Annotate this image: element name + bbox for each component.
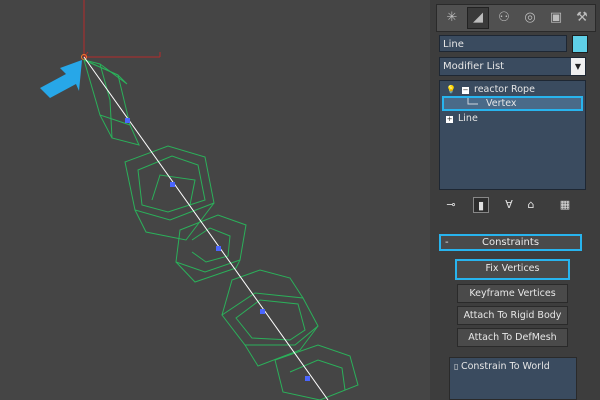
stack-toolbar: ⊸ ▮ ∀ ⌂ ▦ (439, 194, 586, 216)
create-tab[interactable]: ✳ (441, 7, 463, 29)
object-name-field[interactable]: Line (439, 35, 567, 52)
motion-tab[interactable]: ◎ (519, 7, 541, 29)
constraints-list[interactable]: ▯ Constrain To World (449, 357, 577, 400)
rope-segment-4-base (244, 325, 319, 367)
show-end-result-icon[interactable]: ▮ (473, 197, 489, 213)
keyframe-vertices-button[interactable]: Keyframe Vertices (457, 284, 568, 303)
vertex-marker[interactable] (170, 182, 175, 187)
bulb-icon[interactable]: 💡 (446, 83, 456, 97)
rope-segment-1-base (99, 114, 140, 146)
remove-modifier-icon[interactable]: ⌂ (523, 197, 539, 213)
stack-item-label: Vertex (486, 98, 517, 109)
create-icon: ✳ (446, 10, 458, 25)
rope-spline (83, 56, 329, 400)
attach-defmesh-button[interactable]: Attach To DefMesh (457, 328, 568, 347)
utilities-icon: ⚒ (576, 10, 588, 25)
hierarchy-tab[interactable]: ⚇ (493, 7, 515, 29)
chevron-down-icon[interactable]: ▼ (571, 58, 585, 75)
rope-segment-3 (175, 214, 247, 273)
command-panel-tabs: ✳ ◢ ⚇ ◎ ▣ ⚒ (436, 4, 596, 32)
stack-item-vertex[interactable]: Vertex (442, 96, 583, 111)
stack-item-reactor-rope[interactable]: 💡 − reactor Rope (442, 83, 583, 97)
make-unique-icon[interactable]: ∀ (501, 197, 517, 213)
pointer-arrow-icon (40, 60, 82, 98)
motion-icon: ◎ (524, 10, 536, 25)
vertex-marker[interactable] (216, 246, 221, 251)
modify-icon: ◢ (473, 10, 483, 25)
fix-vertices-button[interactable]: Fix Vertices (455, 259, 570, 280)
viewport-canvas[interactable] (0, 0, 430, 400)
stack-item-label: reactor Rope (474, 84, 535, 95)
list-item[interactable]: ▯ Constrain To World (454, 361, 550, 372)
stack-item-label: Line (458, 113, 478, 124)
collapse-icon[interactable]: − (462, 87, 469, 94)
vertex-marker[interactable] (125, 118, 130, 123)
viewport[interactable] (0, 0, 430, 400)
rope-segment-2-mid (151, 174, 196, 206)
modifier-list-dropdown[interactable]: Modifier List ▼ (439, 57, 586, 76)
utilities-tab[interactable]: ⚒ (571, 7, 593, 29)
rope-vertices (125, 118, 310, 381)
expand-icon[interactable]: + (446, 116, 453, 123)
axis-gizmo (81, 0, 161, 60)
rope-segment-5 (274, 344, 359, 400)
modifier-list-label: Modifier List (443, 61, 505, 72)
stack-item-line[interactable]: + Line (442, 112, 583, 126)
modifier-stack: 💡 − reactor Rope Vertex + Line (439, 80, 586, 190)
modify-tab[interactable]: ◢ (467, 7, 489, 29)
vertex-marker[interactable] (305, 376, 310, 381)
rope-segment-3-inner (191, 227, 231, 263)
hierarchy-icon: ⚇ (498, 10, 510, 25)
pin-stack-icon[interactable]: ⊸ (443, 197, 459, 213)
object-color-swatch[interactable] (572, 35, 588, 53)
tree-branch-icon (467, 98, 478, 105)
configure-sets-icon[interactable]: ▦ (557, 197, 573, 213)
display-tab[interactable]: ▣ (545, 7, 567, 29)
rollout-title: Constraints (481, 237, 540, 248)
constraint-icon: ▯ (454, 362, 461, 371)
constraints-rollout-header[interactable]: - Constraints (439, 234, 582, 251)
list-item-label: Constrain To World (460, 361, 550, 372)
attach-rigid-body-button[interactable]: Attach To Rigid Body (457, 306, 568, 325)
display-icon: ▣ (549, 10, 563, 25)
vertex-marker[interactable] (260, 309, 265, 314)
rope-wireframe (83, 59, 359, 400)
command-panel: ✳ ◢ ⚇ ◎ ▣ ⚒ Line Modifier List ▼ 💡 − rea… (430, 0, 600, 400)
